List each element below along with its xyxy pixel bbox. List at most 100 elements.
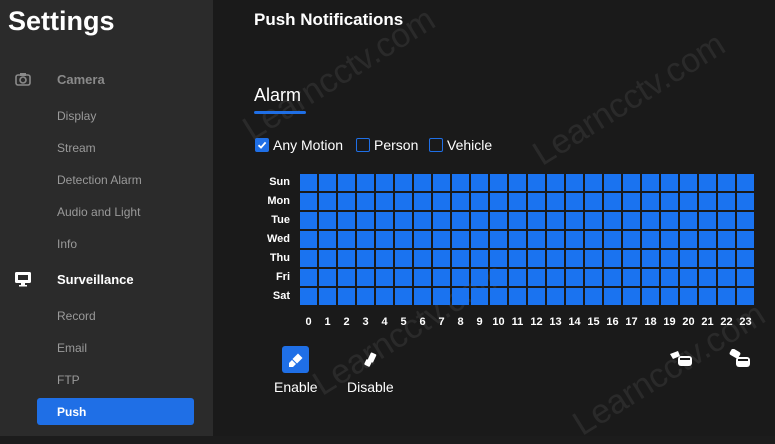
schedule-cell[interactable] [585,193,602,210]
sidebar-item-info[interactable]: Info [57,237,77,251]
schedule-cell[interactable] [623,269,640,286]
schedule-cell[interactable] [680,174,697,191]
schedule-cell[interactable] [490,231,507,248]
schedule-cell[interactable] [319,269,336,286]
schedule-cell[interactable] [338,193,355,210]
schedule-cell[interactable] [604,174,621,191]
schedule-cell[interactable] [661,193,678,210]
checkbox-checked-icon[interactable] [255,138,269,152]
schedule-cell[interactable] [452,288,469,305]
schedule-cell[interactable] [471,231,488,248]
schedule-cell[interactable] [509,193,526,210]
schedule-cell[interactable] [376,212,393,229]
schedule-cell[interactable] [699,231,716,248]
schedule-cell[interactable] [604,231,621,248]
sidebar-item-audio-and-light[interactable]: Audio and Light [57,205,140,219]
schedule-cell[interactable] [357,174,374,191]
schedule-cell[interactable] [433,193,450,210]
schedule-cell[interactable] [471,269,488,286]
schedule-cell[interactable] [661,174,678,191]
schedule-cell[interactable] [566,250,583,267]
brush-icon[interactable] [282,346,310,373]
schedule-cell[interactable] [433,288,450,305]
schedule-cell[interactable] [319,288,336,305]
schedule-cell[interactable] [528,250,545,267]
schedule-cell[interactable] [566,193,583,210]
schedule-cell[interactable] [623,193,640,210]
schedule-cell[interactable] [395,231,412,248]
schedule-cell[interactable] [338,231,355,248]
schedule-cell[interactable] [338,288,355,305]
sidebar-item-push[interactable]: Push [37,398,194,425]
schedule-cell[interactable] [566,212,583,229]
schedule-cell[interactable] [547,288,564,305]
schedule-cell[interactable] [376,269,393,286]
sidebar-item-email[interactable]: Email [57,341,87,355]
schedule-cell[interactable] [547,250,564,267]
schedule-cell[interactable] [623,212,640,229]
schedule-cell[interactable] [661,231,678,248]
schedule-cell[interactable] [319,193,336,210]
schedule-cell[interactable] [642,212,659,229]
filter-any-motion[interactable]: Any Motion [255,137,343,153]
sidebar-section-surveillance[interactable]: Surveillance [14,268,134,290]
disable-button[interactable]: Disable [347,346,394,395]
schedule-cell[interactable] [566,231,583,248]
schedule-cell[interactable] [642,288,659,305]
schedule-cell[interactable] [509,212,526,229]
schedule-cell[interactable] [623,174,640,191]
schedule-cell[interactable] [319,212,336,229]
schedule-cell[interactable] [604,193,621,210]
schedule-cell[interactable] [737,288,754,305]
schedule-cell[interactable] [642,250,659,267]
schedule-cell[interactable] [528,174,545,191]
schedule-cell[interactable] [547,231,564,248]
schedule-cell[interactable] [566,269,583,286]
schedule-cell[interactable] [490,212,507,229]
schedule-cell[interactable] [661,212,678,229]
schedule-cell[interactable] [395,174,412,191]
schedule-cell[interactable] [737,231,754,248]
schedule-cell[interactable] [414,250,431,267]
sidebar-item-display[interactable]: Display [57,109,96,123]
schedule-cell[interactable] [414,212,431,229]
schedule-cell[interactable] [357,212,374,229]
undo-hand-icon[interactable] [669,349,695,374]
schedule-cell[interactable] [585,231,602,248]
schedule-cell[interactable] [338,250,355,267]
schedule-cell[interactable] [490,250,507,267]
schedule-cell[interactable] [623,231,640,248]
schedule-cell[interactable] [737,212,754,229]
schedule-cell[interactable] [452,193,469,210]
schedule-cell[interactable] [376,193,393,210]
sidebar-section-camera[interactable]: Camera [14,68,105,90]
schedule-cell[interactable] [604,212,621,229]
schedule-cell[interactable] [642,231,659,248]
schedule-cell[interactable] [642,193,659,210]
schedule-cell[interactable] [642,269,659,286]
schedule-cell[interactable] [300,269,317,286]
schedule-cell[interactable] [452,174,469,191]
schedule-cell[interactable] [699,250,716,267]
schedule-cell[interactable] [338,212,355,229]
schedule-cell[interactable] [547,269,564,286]
schedule-cell[interactable] [585,174,602,191]
schedule-cell[interactable] [414,288,431,305]
schedule-cell[interactable] [699,288,716,305]
schedule-cell[interactable] [414,269,431,286]
schedule-cell[interactable] [680,250,697,267]
schedule-cell[interactable] [300,231,317,248]
schedule-cell[interactable] [300,174,317,191]
checkbox-icon[interactable] [356,138,370,152]
schedule-cell[interactable] [566,174,583,191]
schedule-cell[interactable] [357,193,374,210]
schedule-cell[interactable] [338,269,355,286]
schedule-cell[interactable] [528,231,545,248]
schedule-grid[interactable] [300,174,754,305]
schedule-cell[interactable] [395,250,412,267]
schedule-cell[interactable] [471,174,488,191]
schedule-cell[interactable] [661,288,678,305]
schedule-cell[interactable] [414,231,431,248]
schedule-cell[interactable] [737,269,754,286]
sidebar-item-stream[interactable]: Stream [57,141,96,155]
